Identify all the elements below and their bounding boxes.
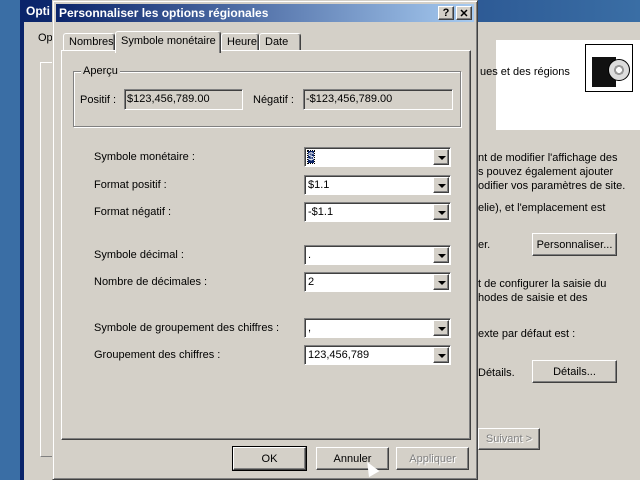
decimal-count-value: 2 [308, 276, 315, 288]
digit-grouping-value: 123,456,789 [308, 349, 370, 361]
chevron-down-icon[interactable] [433, 177, 449, 193]
currency-symbol-label: Symbole monétaire : [94, 151, 195, 163]
tab-numbers[interactable]: Nombres [63, 33, 115, 51]
decimal-symbol-label: Symbole décimal : [94, 249, 184, 261]
background-desc-line: er. [478, 239, 491, 251]
help-button[interactable]: ? [438, 6, 454, 20]
positive-format-label: Format positif : [94, 179, 167, 191]
chevron-down-icon[interactable] [433, 347, 449, 363]
next-button[interactable]: Suivant > [478, 428, 540, 450]
positive-format-combo[interactable]: $1.1 [304, 175, 451, 195]
background-desc-line: odifier vos paramètres de site. [478, 180, 626, 192]
negative-format-value: -$1.1 [308, 206, 334, 218]
chevron-down-icon[interactable] [433, 204, 449, 220]
grouping-symbol-combo[interactable]: , [304, 318, 451, 338]
chevron-down-icon[interactable] [433, 149, 449, 165]
currency-symbol-combo[interactable]: $ [304, 147, 451, 167]
positive-preview-label: Positif : [80, 94, 117, 106]
decimal-symbol-value: . [308, 249, 312, 261]
tab-date[interactable]: Date [259, 33, 301, 51]
positive-preview-value: $123,456,789.00 [124, 89, 243, 110]
decimal-count-label: Nombre de décimales : [94, 276, 208, 288]
background-tab[interactable]: Op [38, 32, 53, 44]
cancel-button[interactable]: Annuler [316, 447, 389, 470]
background-input-line: exte par défaut est : [478, 328, 576, 340]
negative-preview-label: Négatif : [253, 94, 294, 106]
tab-time[interactable]: Heure [221, 33, 259, 51]
background-details-text: Détails. [478, 367, 515, 379]
background-regions-text: ues et des régions [480, 66, 570, 78]
digit-grouping-combo[interactable]: 123,456,789 [304, 345, 451, 365]
background-input-line: hodes de saisie et des [478, 292, 588, 304]
tab-currency[interactable]: Symbole monétaire [115, 31, 221, 53]
dialog-title-bar[interactable]: Personnaliser les options régionales ? ✕ [56, 4, 474, 22]
negative-format-label: Format négatif : [94, 206, 172, 218]
apply-button[interactable]: Appliquer [396, 447, 469, 470]
background-desc-line: nt de modifier l'affichage des [478, 152, 618, 164]
grouping-symbol-value: , [308, 322, 312, 334]
digit-grouping-label: Groupement des chiffres : [94, 349, 221, 361]
chevron-down-icon[interactable] [433, 320, 449, 336]
preview-legend: Aperçu [81, 65, 120, 77]
background-desc-line: elie), et l'emplacement est [478, 202, 606, 214]
ok-button[interactable]: OK [232, 446, 307, 471]
decimal-symbol-combo[interactable]: . [304, 245, 451, 265]
grouping-symbol-label: Symbole de groupement des chiffres : [94, 322, 280, 334]
negative-format-combo[interactable]: -$1.1 [304, 202, 451, 222]
background-desc-line: s pouvez également ajouter [478, 166, 614, 178]
decimal-count-combo[interactable]: 2 [304, 272, 451, 292]
currency-symbol-value[interactable]: $ [306, 150, 316, 164]
dialog-title: Personnaliser les options régionales [59, 6, 269, 20]
customize-regional-options-dialog: Personnaliser les options régionales ? ✕… [52, 0, 478, 480]
background-input-line: t de configurer la saisie du [478, 278, 607, 290]
regional-options-icon [585, 44, 633, 92]
chevron-down-icon[interactable] [433, 247, 449, 263]
close-button[interactable]: ✕ [456, 6, 472, 20]
details-button[interactable]: Détails... [532, 360, 617, 383]
close-icon: ✕ [459, 7, 469, 20]
negative-preview-value: -$123,456,789.00 [303, 89, 453, 110]
positive-format-value: $1.1 [308, 179, 330, 191]
chevron-down-icon[interactable] [433, 274, 449, 290]
customize-button[interactable]: Personnaliser... [532, 233, 617, 256]
